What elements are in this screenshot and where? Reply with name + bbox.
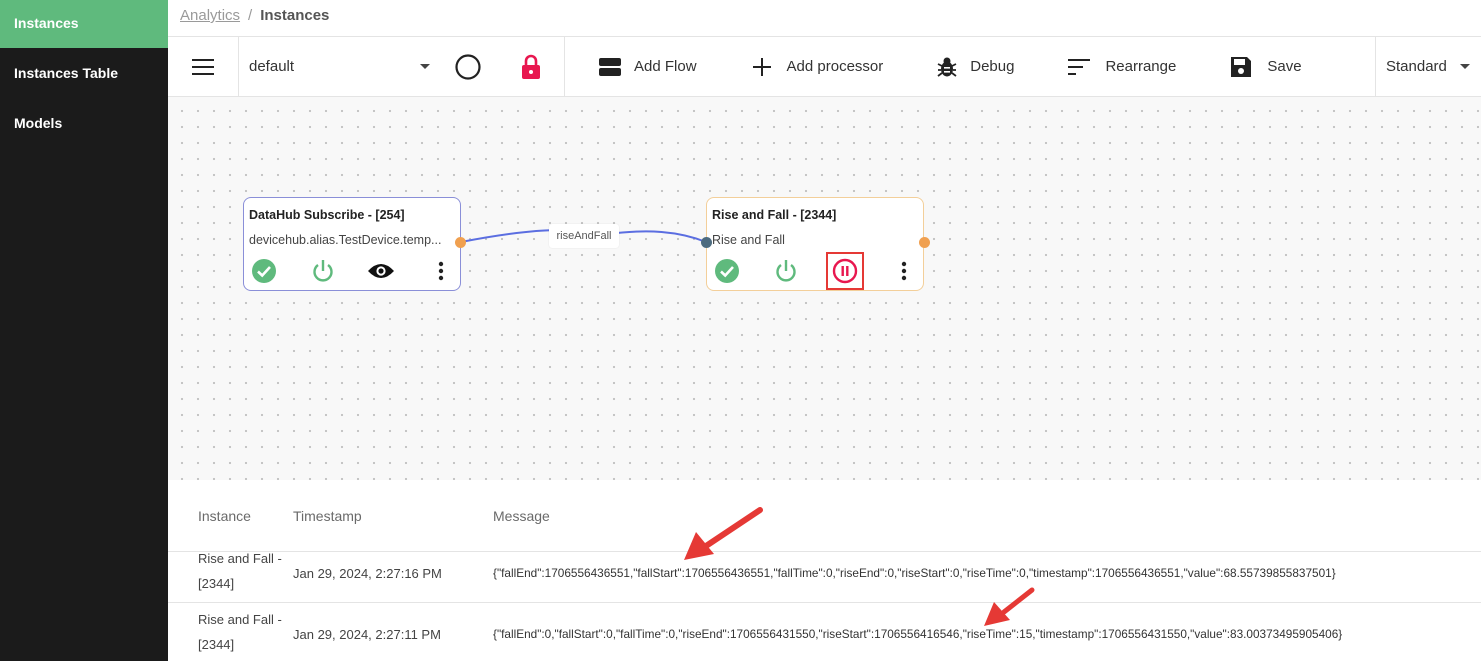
- node-subtitle: Rise and Fall: [712, 233, 785, 247]
- pause-highlight-box: [826, 252, 864, 290]
- hamburger-menu-button[interactable]: [168, 37, 239, 96]
- column-header-timestamp: Timestamp: [293, 508, 362, 524]
- view-button[interactable]: [367, 257, 395, 285]
- node-title: DataHub Subscribe - [254]: [249, 208, 405, 222]
- cell-instance: Rise and Fall - [2344]: [198, 546, 293, 596]
- breadcrumb: Analytics / Instances: [180, 7, 329, 24]
- node-subtitle: devicehub.alias.TestDevice.temp...: [249, 233, 442, 247]
- messages-table: Instance Timestamp Message Rise and Fall…: [168, 480, 1481, 661]
- add-processor-button[interactable]: Add processor: [752, 37, 884, 96]
- edge-label-riseandfall[interactable]: riseAndFall: [549, 224, 619, 248]
- eye-icon: [368, 264, 394, 278]
- toolbar: default Add Flow Add processor Debug Rea…: [168, 36, 1481, 97]
- add-flow-label: Add Flow: [634, 58, 697, 75]
- bug-icon: [937, 57, 957, 77]
- power-button[interactable]: [309, 257, 337, 285]
- sort-lines-icon: [1068, 58, 1091, 75]
- status-ok-button[interactable]: [713, 257, 741, 285]
- status-circle-button[interactable]: [439, 37, 497, 96]
- lock-icon: [521, 54, 540, 79]
- cell-timestamp: Jan 29, 2024, 2:27:16 PM: [293, 566, 442, 581]
- power-icon: [776, 260, 796, 282]
- check-circle-icon: [252, 259, 276, 283]
- more-options-button[interactable]: [427, 257, 455, 285]
- add-flow-icon: [599, 57, 621, 76]
- power-button[interactable]: [772, 257, 800, 285]
- power-icon: [313, 260, 333, 282]
- cell-instance: Rise and Fall - [2344]: [198, 607, 293, 657]
- caret-down-icon: [420, 63, 430, 69]
- view-mode-value: Standard: [1386, 58, 1447, 75]
- cell-message: {"fallEnd":0,"fallStart":0,"fallTime":0,…: [493, 627, 1343, 641]
- column-header-message: Message: [493, 508, 550, 524]
- add-processor-label: Add processor: [786, 58, 884, 75]
- floppy-disk-icon: [1231, 56, 1252, 77]
- output-port[interactable]: [919, 237, 930, 248]
- input-port[interactable]: [701, 237, 712, 248]
- cell-timestamp: Jan 29, 2024, 2:27:11 PM: [293, 627, 441, 642]
- hamburger-icon: [192, 58, 214, 75]
- breadcrumb-analytics-link[interactable]: Analytics: [180, 7, 240, 24]
- output-port[interactable]: [455, 237, 466, 248]
- more-options-button[interactable]: [890, 257, 918, 285]
- annotation-arrow-risestart: [984, 587, 1035, 626]
- table-row[interactable]: Rise and Fall - [2344] Jan 29, 2024, 2:2…: [168, 551, 1481, 602]
- sidebar: Instances Instances Table Models: [0, 0, 168, 661]
- instance-name: Rise and Fall -: [198, 551, 282, 566]
- circle-outline-icon: [455, 53, 481, 80]
- plus-icon: [752, 57, 771, 76]
- debug-label: Debug: [970, 58, 1015, 75]
- flow-select[interactable]: default: [239, 37, 439, 96]
- kebab-menu-icon: [438, 261, 444, 281]
- sidebar-item-instances-table[interactable]: Instances Table: [0, 50, 168, 98]
- node-datahub-subscribe[interactable]: DataHub Subscribe - [254] devicehub.alia…: [243, 197, 466, 291]
- save-button[interactable]: Save: [1229, 37, 1302, 96]
- flow-canvas[interactable]: riseAndFall DataHub Subscribe - [254] de…: [168, 97, 1481, 480]
- kebab-menu-icon: [901, 261, 907, 281]
- debug-button[interactable]: Debug: [936, 37, 1014, 96]
- check-circle-icon: [715, 259, 739, 283]
- node-rise-and-fall[interactable]: Rise and Fall - [2344] Rise and Fall: [701, 197, 930, 291]
- instance-id: [2344]: [198, 637, 235, 652]
- view-mode-select[interactable]: Standard: [1375, 37, 1481, 96]
- caret-down-icon: [1459, 63, 1470, 69]
- instance-id: [2344]: [198, 576, 235, 591]
- lock-button[interactable]: [497, 37, 565, 96]
- instance-name: Rise and Fall -: [198, 612, 282, 627]
- rearrange-label: Rearrange: [1105, 58, 1177, 75]
- rearrange-button[interactable]: Rearrange: [1067, 37, 1176, 96]
- column-header-instance: Instance: [198, 508, 251, 524]
- sidebar-item-models[interactable]: Models: [0, 100, 168, 148]
- add-flow-button[interactable]: Add Flow: [598, 37, 697, 96]
- annotation-arrow-fallstart: [684, 507, 763, 560]
- breadcrumb-separator: /: [248, 7, 253, 24]
- cell-message: {"fallEnd":1706556436551,"fallStart":170…: [493, 566, 1336, 580]
- status-ok-button[interactable]: [250, 257, 278, 285]
- breadcrumb-current: Instances: [260, 7, 330, 24]
- table-row[interactable]: Rise and Fall - [2344] Jan 29, 2024, 2:2…: [168, 602, 1481, 661]
- save-label: Save: [1267, 58, 1302, 75]
- node-title: Rise and Fall - [2344]: [712, 208, 837, 222]
- sidebar-item-instances[interactable]: Instances: [0, 0, 168, 48]
- flow-select-value: default: [249, 58, 295, 75]
